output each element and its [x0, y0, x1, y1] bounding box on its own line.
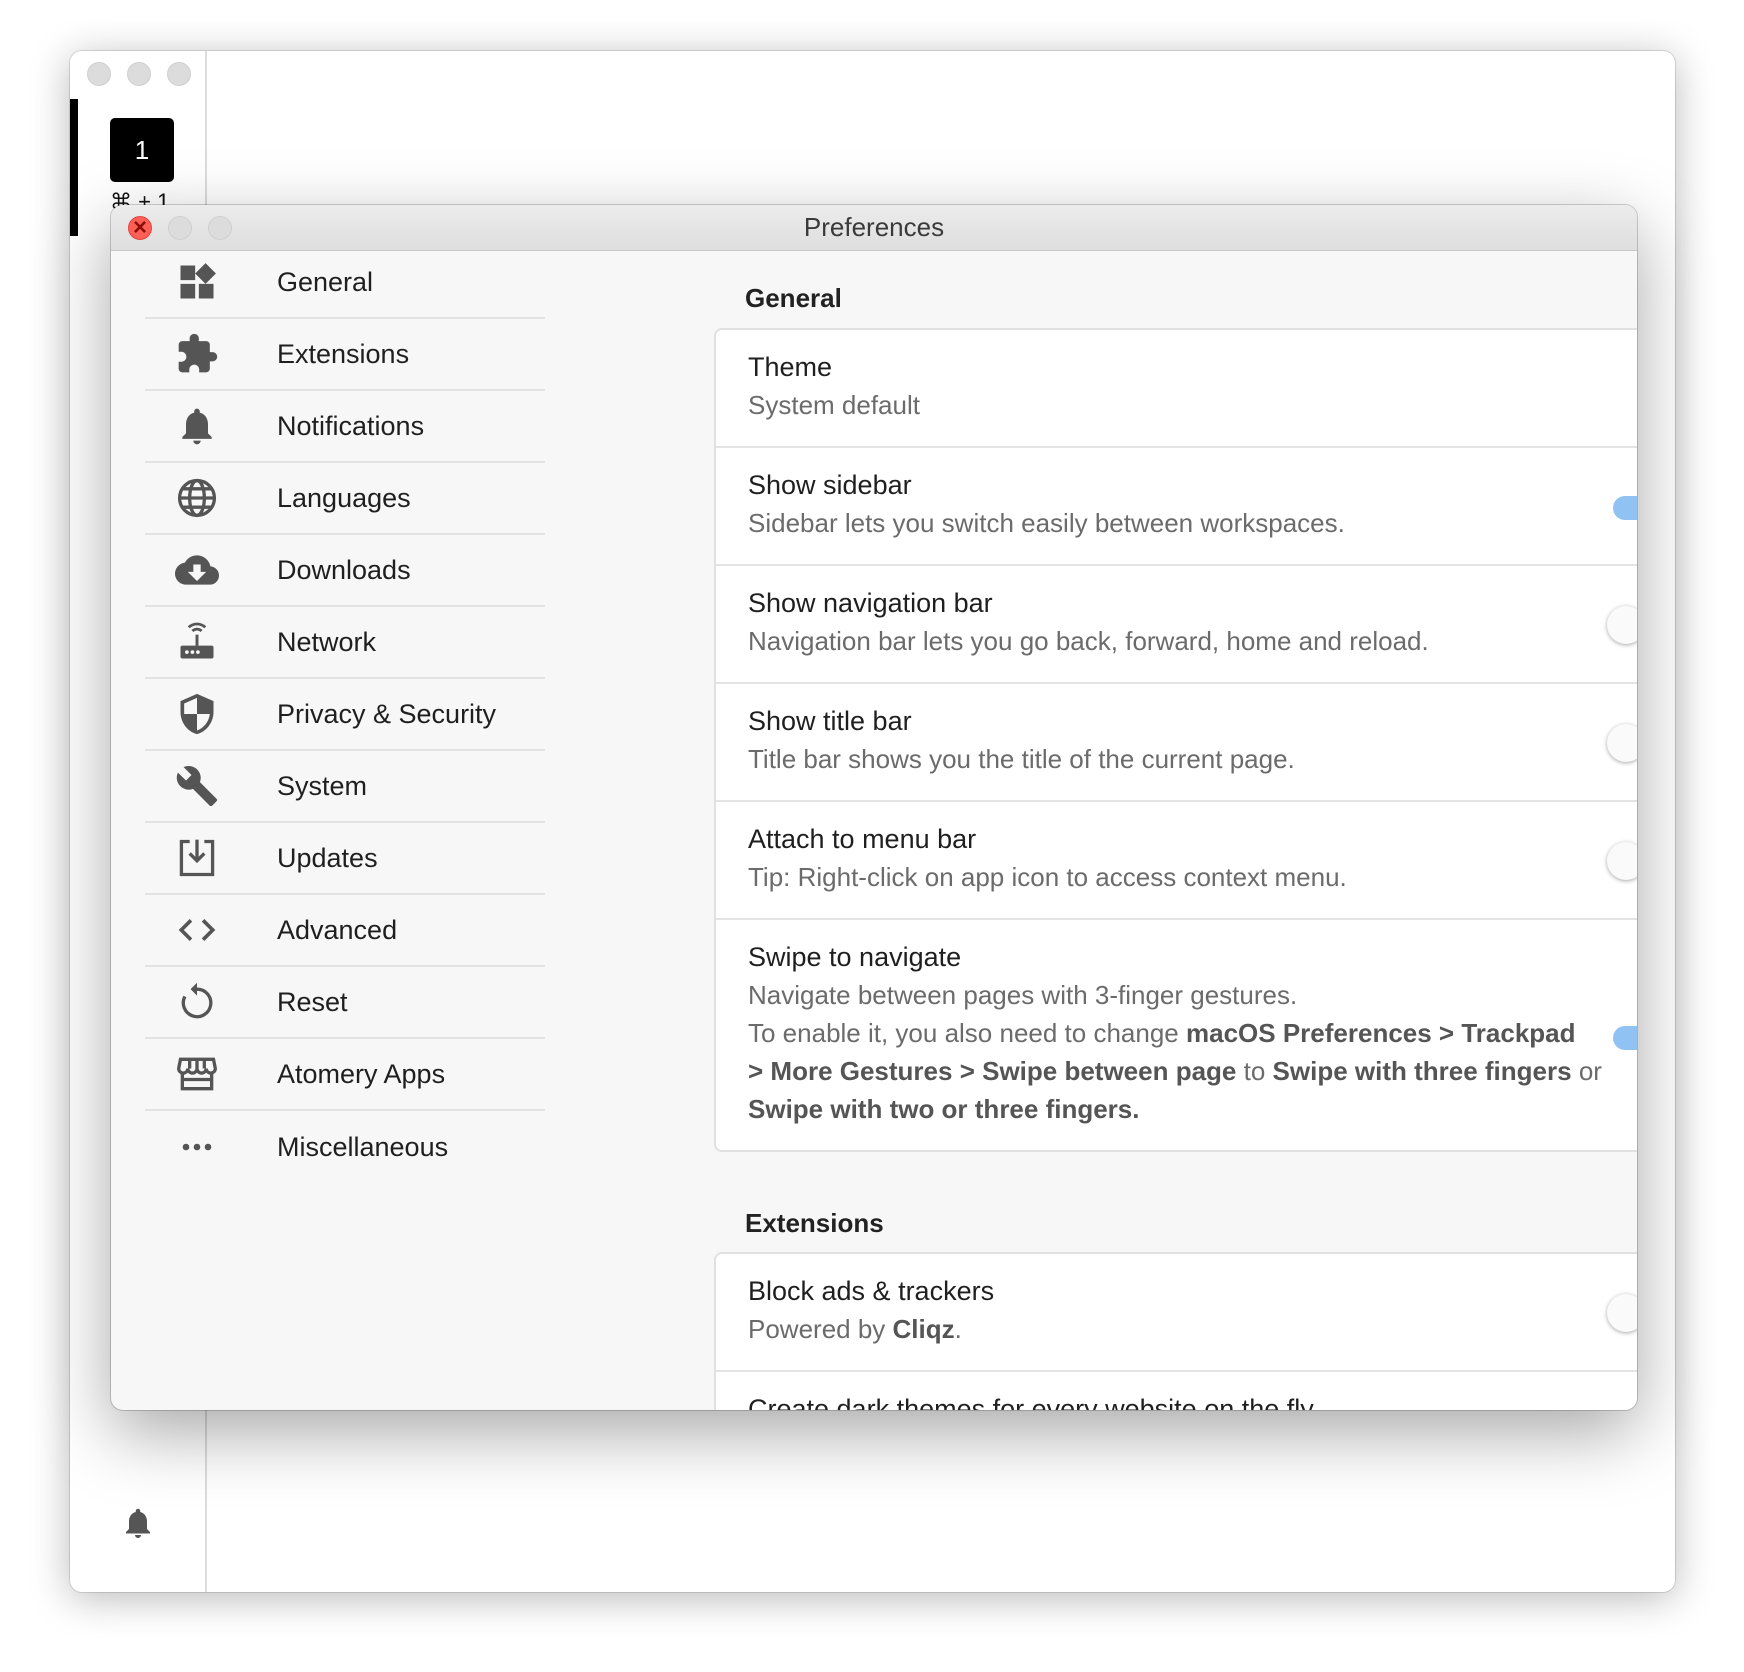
nav-item-updates[interactable]: Updates — [145, 823, 545, 895]
block-ads-subtitle-text: Powered by — [748, 1314, 893, 1344]
nav-item-label: Miscellaneous — [277, 1131, 449, 1162]
swipe-instructions-line: To enable it, you also need to change ma… — [748, 1014, 1618, 1052]
nav-item-label: Advanced — [277, 914, 398, 945]
section-title-extensions: Extensions — [745, 1208, 884, 1238]
swipe-description-line: Navigate between pages with 3-finger ges… — [748, 980, 1298, 1010]
nav-item-miscellaneous[interactable]: Miscellaneous — [145, 1111, 545, 1183]
row-title: Block ads & trackers — [748, 1276, 995, 1306]
nav-item-label: General — [277, 266, 374, 297]
attach-to-menu-bar-row: Attach to menu bar Tip: Right-click on a… — [716, 802, 1637, 920]
nav-item-label: Privacy & Security — [277, 698, 497, 729]
reset-icon — [169, 980, 225, 1024]
more-horizontal-icon — [169, 1125, 225, 1169]
nav-item-reset[interactable]: Reset — [145, 967, 545, 1039]
nav-item-advanced[interactable]: Advanced — [145, 895, 545, 967]
nav-item-label: Extensions — [277, 338, 410, 369]
puzzle-icon — [169, 332, 225, 376]
grid-icon — [169, 260, 225, 304]
nav-item-extensions[interactable]: Extensions — [145, 319, 545, 391]
block-ads-row: Block ads & trackers Powered by Cliqz. — [716, 1254, 1637, 1372]
nav-item-label: Notifications — [277, 410, 425, 441]
nav-item-general[interactable]: General — [145, 247, 545, 319]
nav-item-label: System — [277, 770, 368, 801]
nav-item-network[interactable]: Network — [145, 607, 545, 679]
section-title-general: General — [745, 283, 842, 313]
extensions-settings-card: Block ads & trackers Powered by Cliqz. C… — [714, 1252, 1637, 1410]
nav-item-label: Atomery Apps — [277, 1058, 446, 1089]
swipe-to-navigate-row: Swipe to navigate Navigate between pages… — [716, 920, 1637, 1152]
bell-icon — [169, 404, 225, 448]
swipe-instructions-bold: > More Gestures > Swipe between page — [748, 1056, 1237, 1086]
row-title: Show title bar — [748, 706, 912, 736]
block-ads-subtitle-text: . — [954, 1314, 962, 1344]
swipe-instructions-text: To enable it, you also need to change — [748, 1018, 1186, 1048]
show-title-bar-toggle[interactable] — [1607, 722, 1637, 762]
dark-reader-row: Create dark themes for every website on … — [716, 1372, 1637, 1410]
nav-item-label: Updates — [277, 842, 378, 873]
show-sidebar-row: Show sidebar Sidebar lets you switch eas… — [716, 448, 1637, 566]
cliqz-name: Cliqz — [892, 1314, 955, 1344]
swipe-instructions-text: or — [1571, 1056, 1602, 1086]
show-sidebar-toggle[interactable] — [1607, 486, 1637, 526]
row-subtitle: Navigate between pages with 3-finger ges… — [748, 976, 1618, 1128]
nav-item-label: Languages — [277, 482, 411, 513]
preferences-titlebar[interactable]: Preferences — [111, 205, 1637, 251]
row-subtitle: Title bar shows you the title of the cur… — [748, 744, 1295, 774]
router-icon — [169, 620, 225, 664]
bell-icon[interactable] — [120, 1503, 156, 1543]
wrench-icon — [169, 764, 225, 808]
swipe-instructions-line: > More Gestures > Swipe between page to … — [748, 1052, 1618, 1090]
swipe-instructions-bold: Swipe with two or three fingers. — [748, 1094, 1140, 1124]
store-icon — [169, 1052, 225, 1096]
nav-item-label: Downloads — [277, 554, 411, 585]
attach-to-menu-bar-toggle[interactable] — [1607, 840, 1637, 880]
nav-item-privacy-security[interactable]: Privacy & Security — [145, 679, 545, 751]
show-navigation-bar-toggle[interactable] — [1607, 604, 1637, 644]
nav-item-notifications[interactable]: Notifications — [145, 391, 545, 463]
preferences-window: Preferences General Extensions Notificat… — [111, 205, 1637, 1410]
row-title: Show navigation bar — [748, 588, 993, 618]
block-ads-toggle[interactable] — [1607, 1292, 1637, 1332]
shield-icon — [169, 692, 225, 736]
nav-item-label: Reset — [277, 986, 348, 1017]
row-subtitle: Navigation bar lets you go back, forward… — [748, 626, 1429, 656]
row-title: Show sidebar — [748, 470, 912, 500]
show-navigation-bar-row: Show navigation bar Navigation bar lets … — [716, 566, 1637, 684]
window-title: Preferences — [803, 212, 945, 242]
swipe-instructions-bold: macOS Preferences > Trackpad — [1186, 1018, 1576, 1048]
active-workspace-indicator — [70, 99, 78, 236]
workspace-number: 1 — [134, 134, 150, 165]
main-close-button[interactable] — [87, 62, 111, 86]
swipe-to-navigate-toggle[interactable] — [1607, 1016, 1637, 1056]
theme-value: System default — [748, 390, 920, 420]
nav-item-system[interactable]: System — [145, 751, 545, 823]
row-title: Theme — [748, 352, 833, 382]
row-subtitle: Tip: Right-click on app icon to access c… — [748, 862, 1347, 892]
swipe-instructions-text: to — [1236, 1056, 1273, 1086]
nav-item-downloads[interactable]: Downloads — [145, 535, 545, 607]
general-settings-card: Theme System default Show sidebar Sideba… — [714, 328, 1637, 1152]
row-title: Attach to menu bar — [748, 824, 977, 854]
workspace-1-button[interactable]: 1 — [110, 118, 174, 182]
settings-content[interactable]: General Theme System default Show sideba… — [602, 250, 1637, 1410]
update-icon — [169, 836, 225, 880]
nav-item-atomery-apps[interactable]: Atomery Apps — [145, 1039, 545, 1111]
nav-item-languages[interactable]: Languages — [145, 463, 545, 535]
swipe-instructions-line: Swipe with two or three fingers. — [748, 1090, 1618, 1128]
preferences-nav: General Extensions Notifications Languag… — [145, 247, 545, 1183]
cloud-download-icon — [169, 548, 225, 592]
nav-item-label: Network — [277, 626, 377, 657]
main-minimize-button[interactable] — [127, 62, 151, 86]
main-window-controls — [87, 62, 191, 86]
code-icon — [169, 908, 225, 952]
row-subtitle: Powered by Cliqz. — [748, 1310, 962, 1348]
show-title-bar-row: Show title bar Title bar shows you the t… — [716, 684, 1637, 802]
row-title: Create dark themes for every website on … — [748, 1394, 1314, 1410]
theme-row[interactable]: Theme System default — [716, 330, 1637, 448]
row-subtitle: Sidebar lets you switch easily between w… — [748, 508, 1345, 538]
swipe-instructions-bold: Swipe with three fingers — [1272, 1056, 1572, 1086]
row-title: Swipe to navigate — [748, 942, 962, 972]
main-zoom-button[interactable] — [167, 62, 191, 86]
globe-icon — [169, 476, 225, 520]
